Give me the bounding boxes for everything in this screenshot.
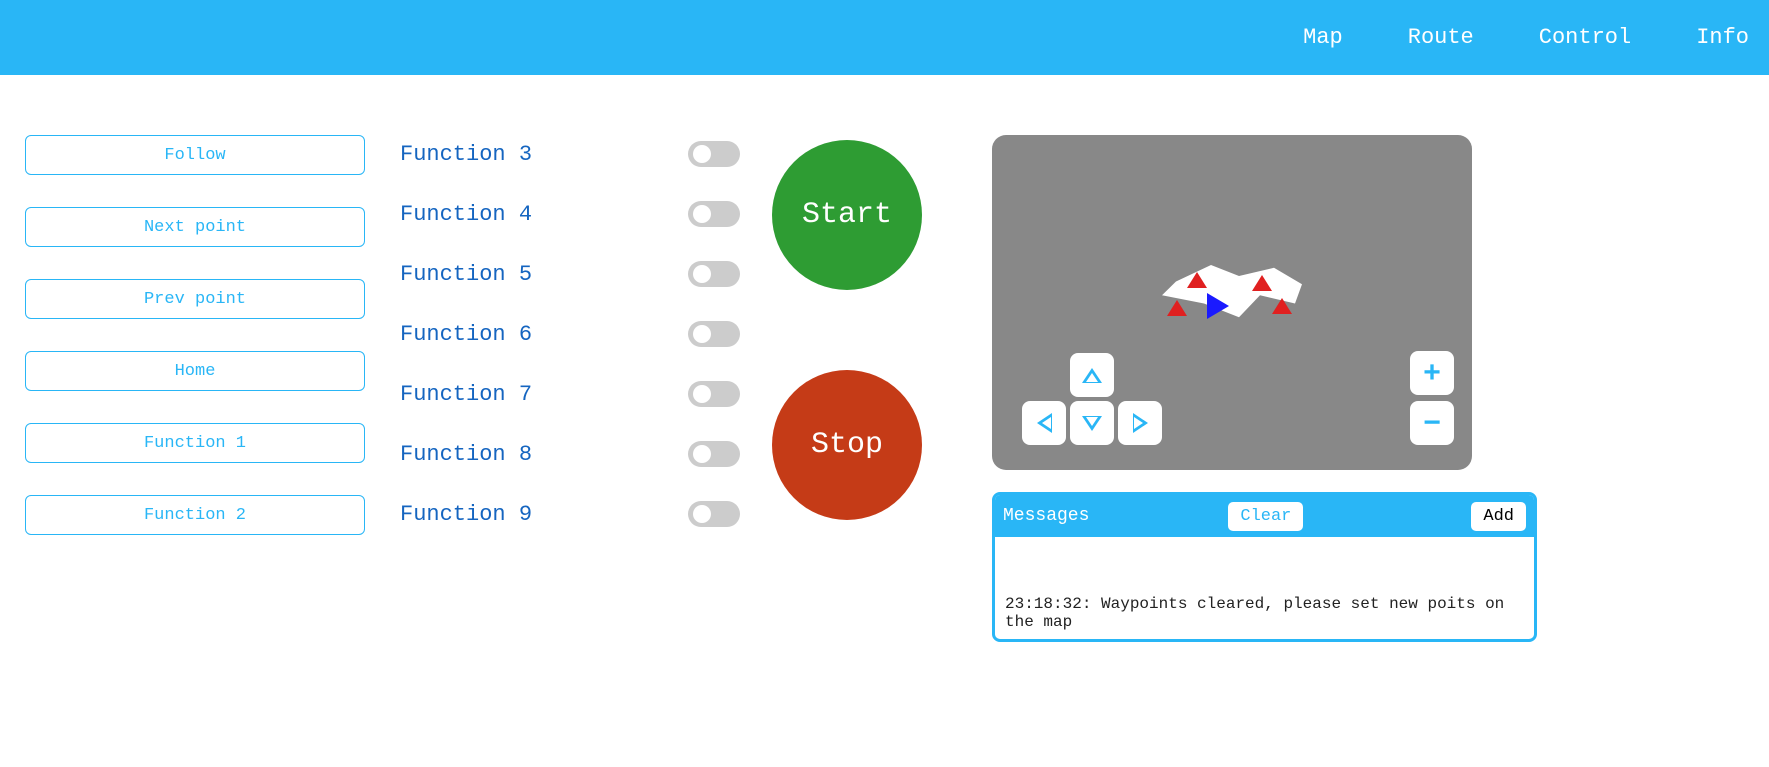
- waypoint-marker-icon: [1252, 275, 1272, 291]
- follow-button[interactable]: Follow: [25, 135, 365, 175]
- toggle-row-function-7: Function 7: [400, 381, 740, 407]
- toggle-label: Function 7: [400, 382, 532, 407]
- next-point-button[interactable]: Next point: [25, 207, 365, 247]
- top-nav: Map Route Control Info: [0, 0, 1769, 75]
- toggle-label: Function 9: [400, 502, 532, 527]
- map-zoom-controls: + −: [1410, 351, 1454, 445]
- toggle-function-6[interactable]: [688, 321, 740, 347]
- toggle-function-5[interactable]: [688, 261, 740, 287]
- pan-right-button[interactable]: [1118, 401, 1162, 445]
- toggle-row-function-4: Function 4: [400, 201, 740, 227]
- pan-up-button[interactable]: [1070, 353, 1114, 397]
- arrow-left-icon: [1037, 413, 1052, 433]
- messages-clear-button[interactable]: Clear: [1228, 502, 1303, 531]
- pan-down-button[interactable]: [1070, 401, 1114, 445]
- waypoint-marker-icon: [1272, 298, 1292, 314]
- toggle-label: Function 3: [400, 142, 532, 167]
- function-2-button[interactable]: Function 2: [25, 495, 365, 535]
- toggle-label: Function 4: [400, 202, 532, 227]
- arrow-right-icon: [1133, 413, 1148, 433]
- function-1-button[interactable]: Function 1: [25, 423, 365, 463]
- nav-info[interactable]: Info: [1696, 25, 1749, 50]
- pan-left-button[interactable]: [1022, 401, 1066, 445]
- messages-log: 23:18:32: Waypoints cleared, please set …: [995, 537, 1534, 639]
- start-stop-column: Start Stop: [772, 135, 922, 642]
- nav-map[interactable]: Map: [1303, 25, 1343, 50]
- messages-title: Messages: [1003, 506, 1089, 526]
- zoom-in-button[interactable]: +: [1410, 351, 1454, 395]
- toggle-row-function-3: Function 3: [400, 141, 740, 167]
- arrow-down-icon: [1082, 416, 1102, 431]
- toggle-function-4[interactable]: [688, 201, 740, 227]
- toggle-function-3[interactable]: [688, 141, 740, 167]
- plus-icon: +: [1423, 358, 1441, 388]
- toggle-row-function-5: Function 5: [400, 261, 740, 287]
- nav-control[interactable]: Control: [1539, 25, 1631, 50]
- messages-panel: Messages Clear Add 23:18:32: Waypoints c…: [992, 492, 1537, 642]
- minus-icon: −: [1423, 408, 1441, 438]
- log-entry: 23:18:32: Waypoints cleared, please set …: [1005, 595, 1524, 631]
- arrow-up-icon: [1082, 368, 1102, 383]
- waypoint-marker-icon: [1187, 272, 1207, 288]
- messages-add-button[interactable]: Add: [1471, 502, 1526, 531]
- toggles-column: Function 3 Function 4 Function 5 Functio…: [400, 135, 740, 642]
- prev-point-button[interactable]: Prev point: [25, 279, 365, 319]
- map-view[interactable]: + −: [992, 135, 1472, 470]
- toggle-label: Function 6: [400, 322, 532, 347]
- stop-button[interactable]: Stop: [772, 370, 922, 520]
- map-pan-dpad: [1022, 353, 1162, 445]
- zoom-out-button[interactable]: −: [1410, 401, 1454, 445]
- toggle-function-9[interactable]: [688, 501, 740, 527]
- toggle-label: Function 5: [400, 262, 532, 287]
- waypoint-marker-icon: [1167, 300, 1187, 316]
- toggle-label: Function 8: [400, 442, 532, 467]
- toggle-row-function-8: Function 8: [400, 441, 740, 467]
- nav-route[interactable]: Route: [1408, 25, 1474, 50]
- toggle-row-function-9: Function 9: [400, 501, 740, 527]
- toggle-row-function-6: Function 6: [400, 321, 740, 347]
- messages-header: Messages Clear Add: [995, 495, 1534, 537]
- toggle-function-7[interactable]: [688, 381, 740, 407]
- start-button[interactable]: Start: [772, 140, 922, 290]
- toggle-function-8[interactable]: [688, 441, 740, 467]
- action-buttons-column: Follow Next point Prev point Home Functi…: [25, 135, 365, 642]
- robot-pose-icon: [1207, 293, 1229, 319]
- home-button[interactable]: Home: [25, 351, 365, 391]
